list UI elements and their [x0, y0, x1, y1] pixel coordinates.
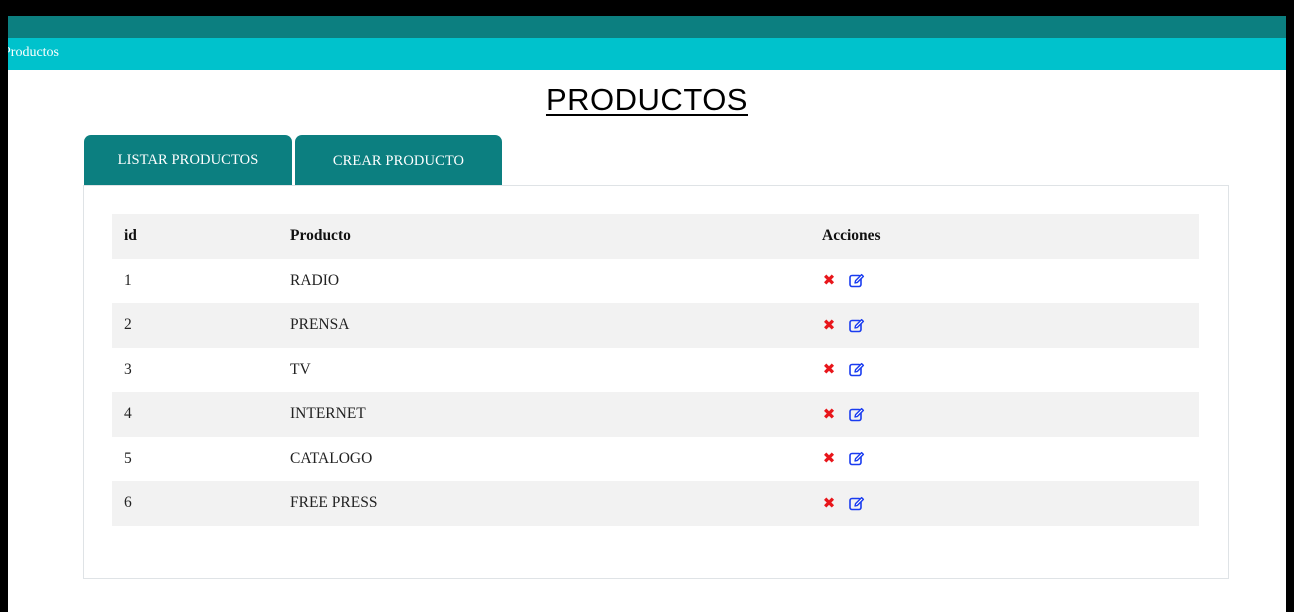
cell-product: TV — [278, 347, 810, 392]
delete-icon[interactable]: ✖ — [822, 317, 836, 333]
cell-actions: ✖ — [810, 481, 1199, 526]
edit-icon[interactable] — [849, 496, 865, 511]
cell-actions: ✖ — [810, 347, 1199, 392]
table-header-row: id Producto Acciones — [112, 214, 1199, 259]
cell-actions: ✖ — [810, 258, 1199, 303]
edit-icon[interactable] — [849, 407, 865, 422]
cell-id: 3 — [112, 347, 278, 392]
edit-icon[interactable] — [849, 362, 865, 377]
cell-actions: ✖ — [810, 392, 1199, 437]
cell-id: 5 — [112, 436, 278, 481]
cell-actions: ✖ — [810, 436, 1199, 481]
table-row: 1 RADIO ✖ — [112, 258, 1199, 303]
cell-product: PRENSA — [278, 303, 810, 348]
delete-icon[interactable]: ✖ — [822, 362, 836, 377]
table-row: 2 PRENSA ✖ — [112, 303, 1199, 348]
row-actions: ✖ — [822, 317, 1199, 333]
tab-create-product[interactable]: CREAR PRODUCTO — [295, 135, 502, 187]
column-header-id: id — [112, 214, 278, 259]
tab-list-products[interactable]: LISTAR PRODUCTOS — [84, 135, 292, 186]
tab-panel: id Producto Acciones 1 RADIO ✖ 2 PRENSA — [83, 185, 1229, 579]
cell-id: 6 — [112, 481, 278, 526]
cell-id: 4 — [112, 392, 278, 437]
delete-icon[interactable]: ✖ — [822, 495, 836, 511]
navbar: Productos — [8, 38, 1286, 70]
table-row: 4 INTERNET ✖ — [112, 392, 1199, 437]
top-strip — [8, 16, 1286, 38]
edit-icon[interactable] — [849, 451, 865, 466]
row-actions: ✖ — [822, 406, 1199, 422]
edit-icon[interactable] — [849, 273, 865, 288]
cell-id: 2 — [112, 303, 278, 348]
cell-id: 1 — [112, 258, 278, 303]
table-row: 6 FREE PRESS ✖ — [112, 481, 1199, 526]
page-title: PRODUCTOS — [545, 82, 748, 117]
cell-product: CATALOGO — [278, 436, 810, 481]
table-row: 5 CATALOGO ✖ — [112, 436, 1199, 481]
cell-product: RADIO — [278, 258, 810, 303]
delete-icon[interactable]: ✖ — [822, 406, 836, 422]
app-window: Productos PRODUCTOS LISTAR PRODUCTOS CRE… — [8, 16, 1286, 612]
delete-icon[interactable]: ✖ — [822, 273, 836, 288]
navbar-brand[interactable]: Productos — [8, 45, 59, 61]
table-row: 3 TV ✖ — [112, 347, 1199, 392]
row-actions: ✖ — [822, 495, 1199, 511]
edit-icon[interactable] — [849, 318, 865, 333]
row-actions: ✖ — [822, 362, 1199, 377]
cell-product: INTERNET — [278, 392, 810, 437]
column-header-product: Producto — [278, 214, 810, 259]
delete-icon[interactable]: ✖ — [822, 451, 836, 466]
cell-actions: ✖ — [810, 303, 1199, 348]
products-table: id Producto Acciones 1 RADIO ✖ 2 PRENSA — [112, 214, 1199, 526]
column-header-actions: Acciones — [810, 214, 1199, 259]
row-actions: ✖ — [822, 451, 1199, 466]
cell-product: FREE PRESS — [278, 481, 810, 526]
row-actions: ✖ — [822, 273, 1199, 288]
